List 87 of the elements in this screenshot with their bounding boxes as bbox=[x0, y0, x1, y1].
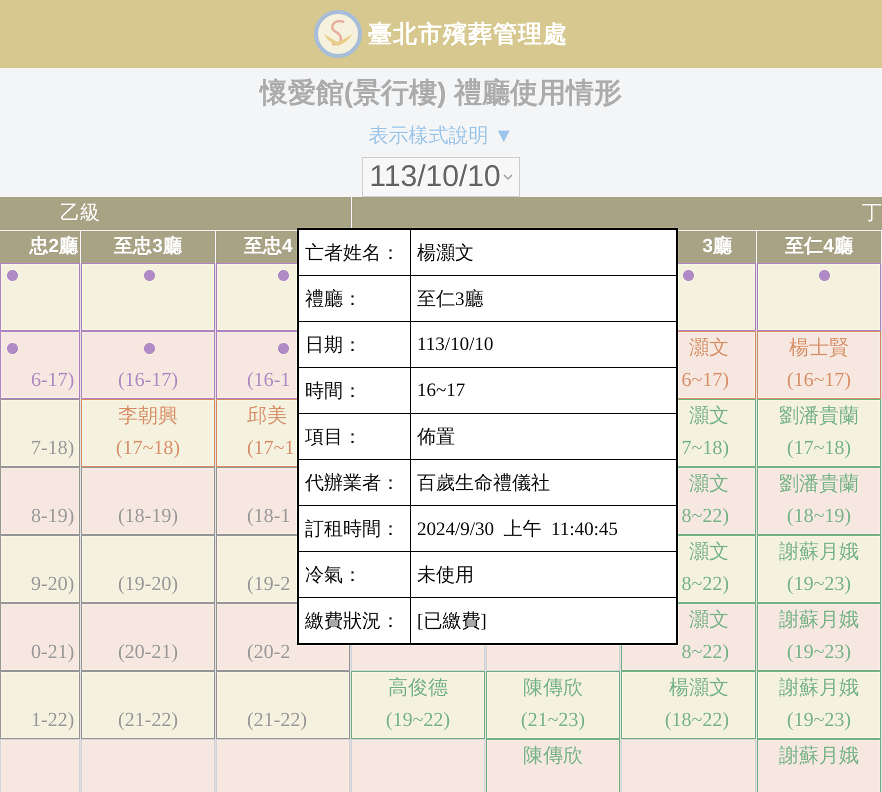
slot-cell[interactable]: 0-21) bbox=[0, 603, 80, 671]
field-label: 日期： bbox=[298, 322, 410, 368]
time-range: (18~22) bbox=[664, 708, 729, 733]
deceased-name: 邱美 bbox=[247, 404, 287, 429]
deceased-name: 謝蘇月娥 bbox=[779, 744, 859, 769]
deceased-name: 灝文 bbox=[689, 336, 729, 361]
time-range: 7~18) bbox=[682, 436, 729, 461]
slot-cell[interactable]: 6-17) bbox=[0, 331, 80, 399]
date-select[interactable]: 113/10/10 bbox=[362, 157, 520, 197]
deceased-name: 謝蘇月娥 bbox=[779, 676, 859, 701]
time-range: 8~22) bbox=[682, 504, 729, 529]
group-header: 乙級 bbox=[59, 201, 101, 226]
page-title: 懷愛館(景行樓) 禮廳使用情形 bbox=[260, 76, 622, 110]
deceased-name: 劉潘貴蘭 bbox=[779, 472, 859, 497]
time-range: (19~23) bbox=[786, 708, 852, 733]
slot-cell[interactable]: 李朝興 (17~18) bbox=[81, 399, 215, 467]
time-range: (17~18) bbox=[116, 436, 180, 461]
time-range: 6-17) bbox=[31, 368, 74, 393]
deceased-name: 劉潘貴蘭 bbox=[779, 404, 859, 429]
deceased-name: 陳傳欣 bbox=[523, 676, 583, 701]
time-range: (16-17) bbox=[118, 368, 178, 393]
deceased-name: 謝蘇月娥 bbox=[779, 608, 859, 633]
slot-cell[interactable]: (20-21) bbox=[81, 603, 215, 671]
slot-cell[interactable]: (21-22) bbox=[216, 671, 350, 739]
slot-cell[interactable]: 謝蘇月娥 (19~23) bbox=[757, 535, 881, 603]
slot-cell[interactable]: 陳傳欣 (21~23) bbox=[486, 671, 620, 739]
time-range: 8~22) bbox=[682, 572, 729, 597]
deceased-name: 楊灝文 bbox=[669, 676, 729, 701]
slot-cell[interactable]: 陳傳欣 bbox=[486, 739, 620, 792]
time-range: (21~23) bbox=[520, 708, 586, 733]
time-range: 6~17) bbox=[682, 368, 729, 393]
slot-cell[interactable]: 謝蘇月娥 (19~23) bbox=[757, 671, 881, 739]
field-label: 時間： bbox=[298, 368, 410, 414]
time-range: (18-1 bbox=[247, 504, 290, 529]
slot-cell[interactable]: 謝蘇月娥 bbox=[757, 739, 881, 792]
deceased-name: 楊士賢 bbox=[789, 336, 849, 361]
time-range: 7-18) bbox=[31, 436, 74, 461]
organization-name: 臺北市殯葬管理處 bbox=[368, 20, 568, 50]
time-range: 8-19) bbox=[31, 504, 74, 529]
time-range: 1-22) bbox=[31, 708, 74, 733]
slot-cell[interactable]: (16-17) bbox=[81, 331, 215, 399]
slot-cell[interactable]: 8-19) bbox=[0, 467, 80, 535]
deceased-name: 灝文 bbox=[689, 472, 729, 497]
field-label: 訂租時間： bbox=[298, 506, 410, 552]
deceased-name: 李朝興 bbox=[118, 404, 178, 429]
slot-cell[interactable]: (21-22) bbox=[81, 671, 215, 739]
slot-cell[interactable]: 謝蘇月娥 (19~23) bbox=[757, 603, 881, 671]
time-range: (16-1 bbox=[247, 368, 290, 393]
deceased-name: 灝文 bbox=[689, 608, 729, 633]
field-label: 代辦業者： bbox=[298, 460, 410, 506]
field-label: 項目： bbox=[298, 414, 410, 460]
deceased-name: 灝文 bbox=[689, 404, 729, 429]
time-range: (17~18) bbox=[786, 436, 852, 461]
time-range: (19~22) bbox=[386, 708, 450, 733]
slot-cell[interactable]: 劉潘貴蘭 (18~19) bbox=[757, 467, 881, 535]
time-range: (18-19) bbox=[118, 504, 178, 529]
time-range: (16~17) bbox=[786, 368, 852, 393]
field-label: 禮廳： bbox=[298, 276, 410, 322]
time-range: (17~1 bbox=[247, 436, 294, 461]
deceased-name: 灝文 bbox=[689, 540, 729, 565]
slot-cell[interactable]: 9-20) bbox=[0, 535, 80, 603]
deceased-name: 謝蘇月娥 bbox=[779, 540, 859, 565]
time-range: (19-2 bbox=[247, 572, 290, 597]
slot-cell[interactable]: 高俊德 (19~22) bbox=[351, 671, 485, 739]
time-range: 9-20) bbox=[31, 572, 74, 597]
time-range: (19~23) bbox=[786, 572, 852, 597]
field-label: 亡者姓名： bbox=[298, 229, 410, 276]
slot-cell[interactable]: 楊士賢 (16~17) bbox=[757, 331, 881, 399]
time-range: 8~22) bbox=[682, 640, 729, 665]
slot-cell[interactable]: 1-22) bbox=[0, 671, 80, 739]
slot-cell[interactable]: (18-19) bbox=[81, 467, 215, 535]
slot-cell[interactable]: (19-20) bbox=[81, 535, 215, 603]
slot-cell[interactable]: 楊灝文 (18~22) bbox=[621, 671, 756, 739]
time-range: 0-21) bbox=[31, 640, 74, 665]
time-range: (21-22) bbox=[118, 708, 178, 733]
time-range: (18~19) bbox=[786, 504, 852, 529]
time-range: (19~23) bbox=[786, 640, 852, 665]
field-label: 冷氣： bbox=[298, 552, 410, 598]
deceased-name: 陳傳欣 bbox=[523, 744, 583, 769]
time-range: (20-21) bbox=[118, 640, 178, 665]
deceased-name: 高俊德 bbox=[388, 676, 448, 701]
time-range: (19-20) bbox=[118, 572, 178, 597]
time-range: (20-2 bbox=[247, 640, 290, 665]
time-range: (21-22) bbox=[247, 708, 307, 733]
slot-cell[interactable]: 7-18) bbox=[0, 399, 80, 467]
slot-cell[interactable]: 劉潘貴蘭 (17~18) bbox=[757, 399, 881, 467]
legend-link[interactable]: 表示樣式說明 ▼ bbox=[368, 122, 514, 149]
